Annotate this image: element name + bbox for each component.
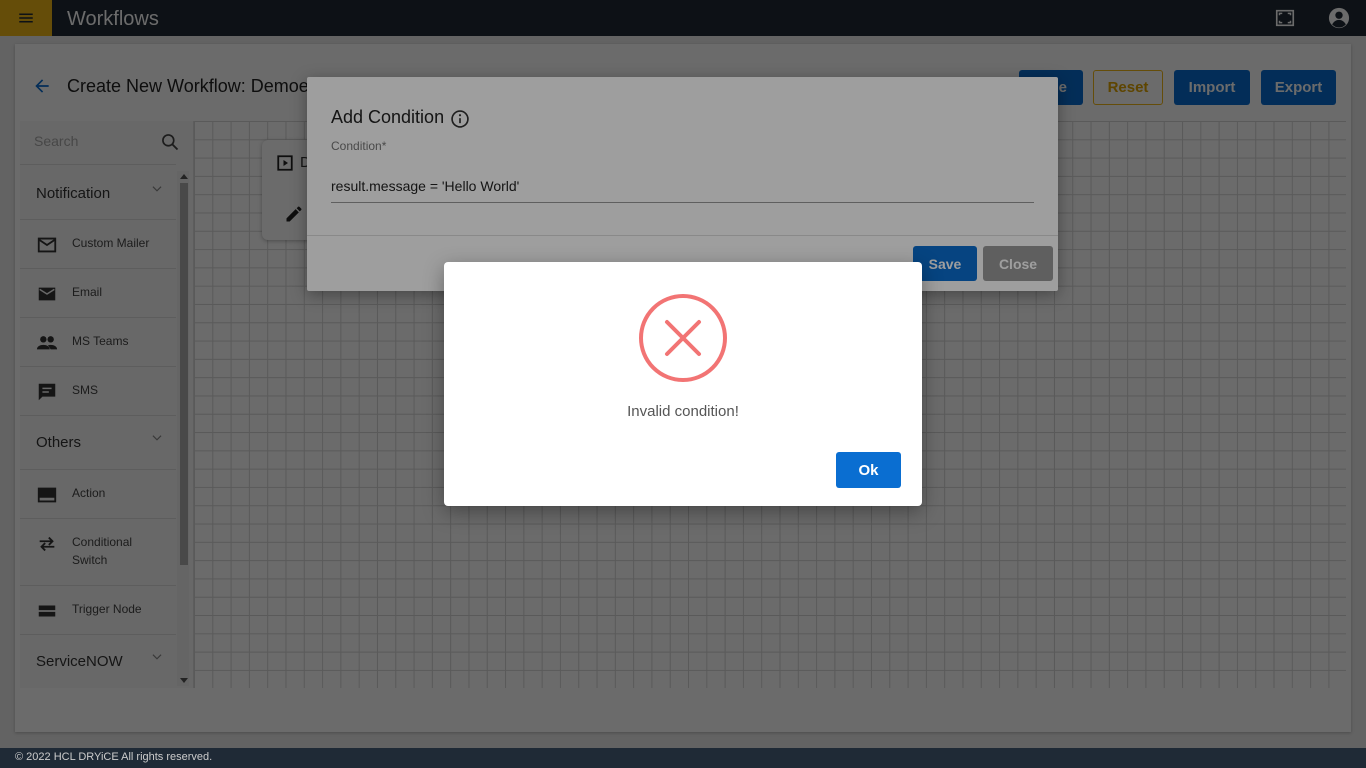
error-x-icon [639, 294, 727, 382]
ok-button[interactable]: Ok [836, 452, 901, 488]
footer: © 2022 HCL DRYiCE All rights reserved. [0, 748, 1366, 768]
alert-message: Invalid condition! [627, 403, 739, 420]
copyright-text: © 2022 HCL DRYiCE All rights reserved. [15, 751, 213, 763]
error-alert-dialog: Invalid condition! Ok [444, 262, 922, 506]
